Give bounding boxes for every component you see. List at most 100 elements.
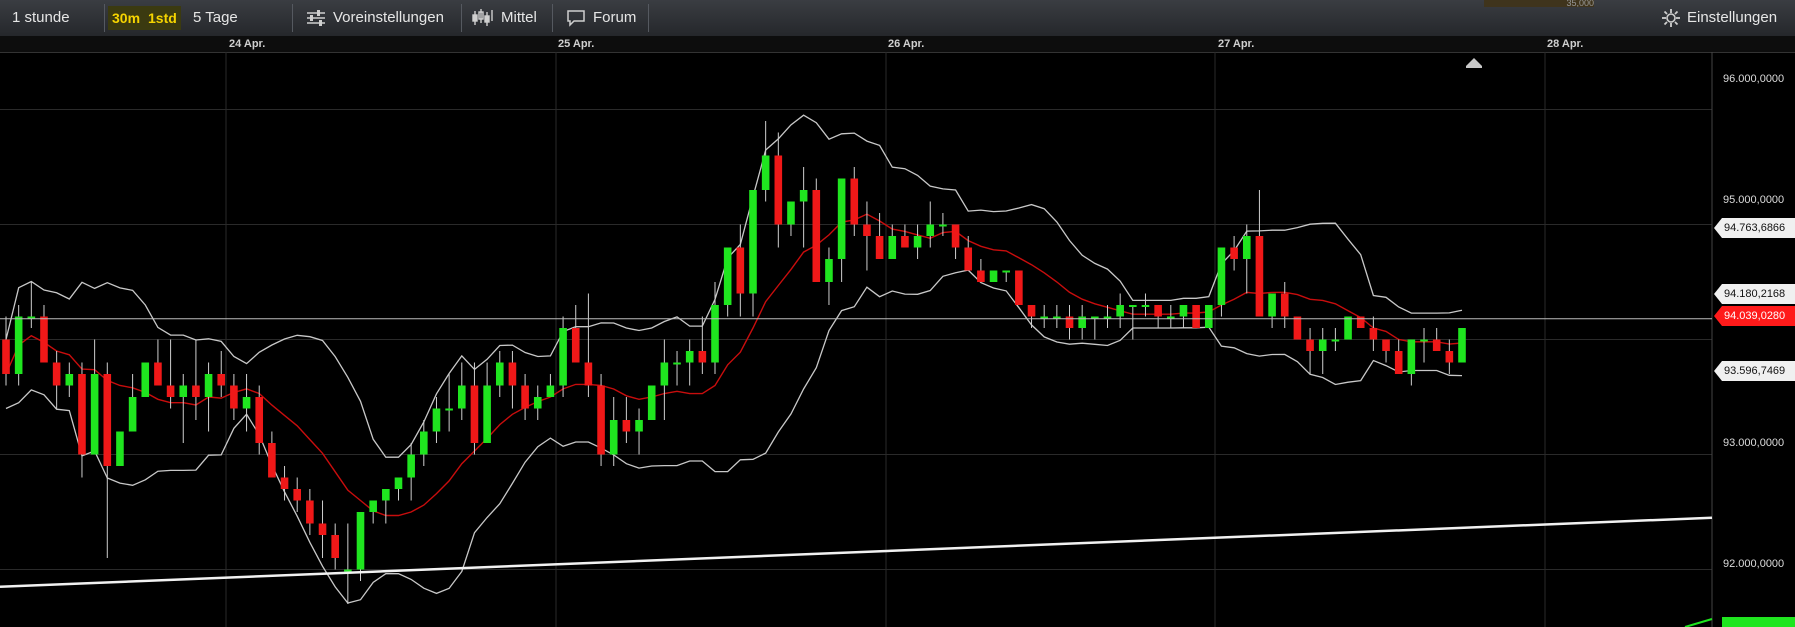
candle-body xyxy=(761,155,770,190)
x-tick-label: 27 Apr. xyxy=(1218,38,1255,50)
toolbar-separator xyxy=(292,4,293,32)
candles xyxy=(2,121,1466,604)
candle-body xyxy=(1230,247,1238,259)
candle-body xyxy=(546,385,555,397)
bollinger-bands xyxy=(5,114,1463,604)
last-price-tag: 94.039,0280 xyxy=(1714,306,1795,326)
candle-body xyxy=(445,408,453,411)
sliders-icon xyxy=(306,10,326,26)
candle-body xyxy=(204,374,213,397)
candle-body xyxy=(1445,351,1454,363)
candle-body xyxy=(875,236,884,259)
bottom-trend-line xyxy=(1684,618,1713,627)
candle-body xyxy=(1369,328,1378,340)
candle-body xyxy=(787,201,795,225)
candle-body xyxy=(230,385,238,409)
candle-body xyxy=(306,500,314,524)
candle-body xyxy=(989,270,998,282)
x-tick-label: 25 Apr. xyxy=(558,38,595,50)
x-tick-label: 26 Apr. xyxy=(888,38,925,50)
candle-body xyxy=(749,190,757,294)
candle-body xyxy=(660,362,669,386)
candle-body xyxy=(40,316,48,363)
candle-body xyxy=(318,523,327,535)
candle-body xyxy=(1091,316,1099,319)
candle-body xyxy=(470,385,479,443)
speech-bubble-icon xyxy=(566,9,586,27)
candle-body xyxy=(533,397,542,409)
candle-body xyxy=(1420,339,1428,342)
interval-1h-button[interactable]: 1 stunde xyxy=(12,6,70,30)
candle-body xyxy=(597,385,605,455)
candle-body xyxy=(1192,305,1200,328)
settings-label: Einstellungen xyxy=(1687,9,1778,26)
candle-body xyxy=(1407,339,1416,374)
candle-body xyxy=(1382,339,1390,351)
candle-body xyxy=(508,362,517,386)
interval-30m-button[interactable]: 30m xyxy=(108,6,145,30)
support-trend-line xyxy=(0,516,1713,588)
candle-body xyxy=(280,477,289,489)
upper-band-tag: 94.763,6866 xyxy=(1714,218,1795,238)
y-tick-label: 93.000,0000 xyxy=(1723,437,1785,449)
candle-body xyxy=(926,224,935,236)
moving-average-line xyxy=(5,213,1463,517)
toolbar-separator xyxy=(552,4,553,32)
candle-body xyxy=(116,431,124,466)
candle-body xyxy=(457,385,466,409)
candle-body xyxy=(141,362,150,397)
home-marker-icon xyxy=(1466,58,1482,68)
candle-body xyxy=(128,397,137,432)
candle-body xyxy=(420,431,428,455)
candle-body xyxy=(584,362,593,386)
chart-grid xyxy=(0,52,1713,627)
candle-body xyxy=(192,385,200,397)
settings-button[interactable]: Einstellungen xyxy=(1662,6,1777,30)
candle-body xyxy=(1040,316,1048,319)
candle-body xyxy=(901,236,909,248)
candle-body xyxy=(2,339,10,374)
toolbar-separator xyxy=(461,4,462,32)
candle-body xyxy=(673,362,681,365)
candle-body xyxy=(65,374,74,386)
current-line-tag: 94.180,2168 xyxy=(1714,284,1795,304)
chart-toolbar: 1 stunde 30m 1std 5 Tage Voreinstellunge… xyxy=(0,0,1795,37)
y-tick-label: 95.000,0000 xyxy=(1723,194,1785,206)
candle-body xyxy=(268,443,276,478)
trend-lines xyxy=(0,58,1795,627)
presets-button[interactable]: Voreinstellungen xyxy=(306,6,444,30)
candle-body xyxy=(685,351,694,363)
candle-body xyxy=(850,178,859,225)
candle-body xyxy=(103,374,112,466)
candle-body xyxy=(344,569,352,572)
candle-body xyxy=(432,408,441,432)
bottom-price-tag xyxy=(1722,617,1795,627)
x-tick-label: 24 Apr. xyxy=(229,38,266,50)
candle-body xyxy=(166,385,175,397)
candle-body xyxy=(951,224,960,248)
gear-icon xyxy=(1662,9,1680,27)
candle-body xyxy=(1015,270,1023,305)
candle-body xyxy=(964,247,973,271)
candle-body xyxy=(1242,236,1251,259)
candle-body xyxy=(369,500,377,512)
candle-body xyxy=(1027,305,1036,317)
candle-body xyxy=(1167,316,1175,319)
upper-band-line xyxy=(5,114,1463,458)
candle-body xyxy=(825,259,833,282)
candle-body xyxy=(863,224,871,236)
candle-body xyxy=(14,316,23,374)
forum-button[interactable]: Forum xyxy=(566,6,636,30)
candle-body xyxy=(154,362,162,386)
average-label: Mittel xyxy=(501,9,537,26)
candle-body xyxy=(559,328,567,386)
candle-body xyxy=(1394,351,1403,374)
candlestick-chart[interactable] xyxy=(0,52,1795,627)
candle-body xyxy=(913,236,922,248)
candle-body xyxy=(1002,270,1011,273)
interval-5d-button[interactable]: 5 Tage xyxy=(193,6,238,30)
candle-body xyxy=(1331,339,1340,342)
interval-1std-button[interactable]: 1std xyxy=(144,6,181,30)
candle-body xyxy=(723,247,732,305)
average-button[interactable]: Mittel xyxy=(472,6,537,30)
